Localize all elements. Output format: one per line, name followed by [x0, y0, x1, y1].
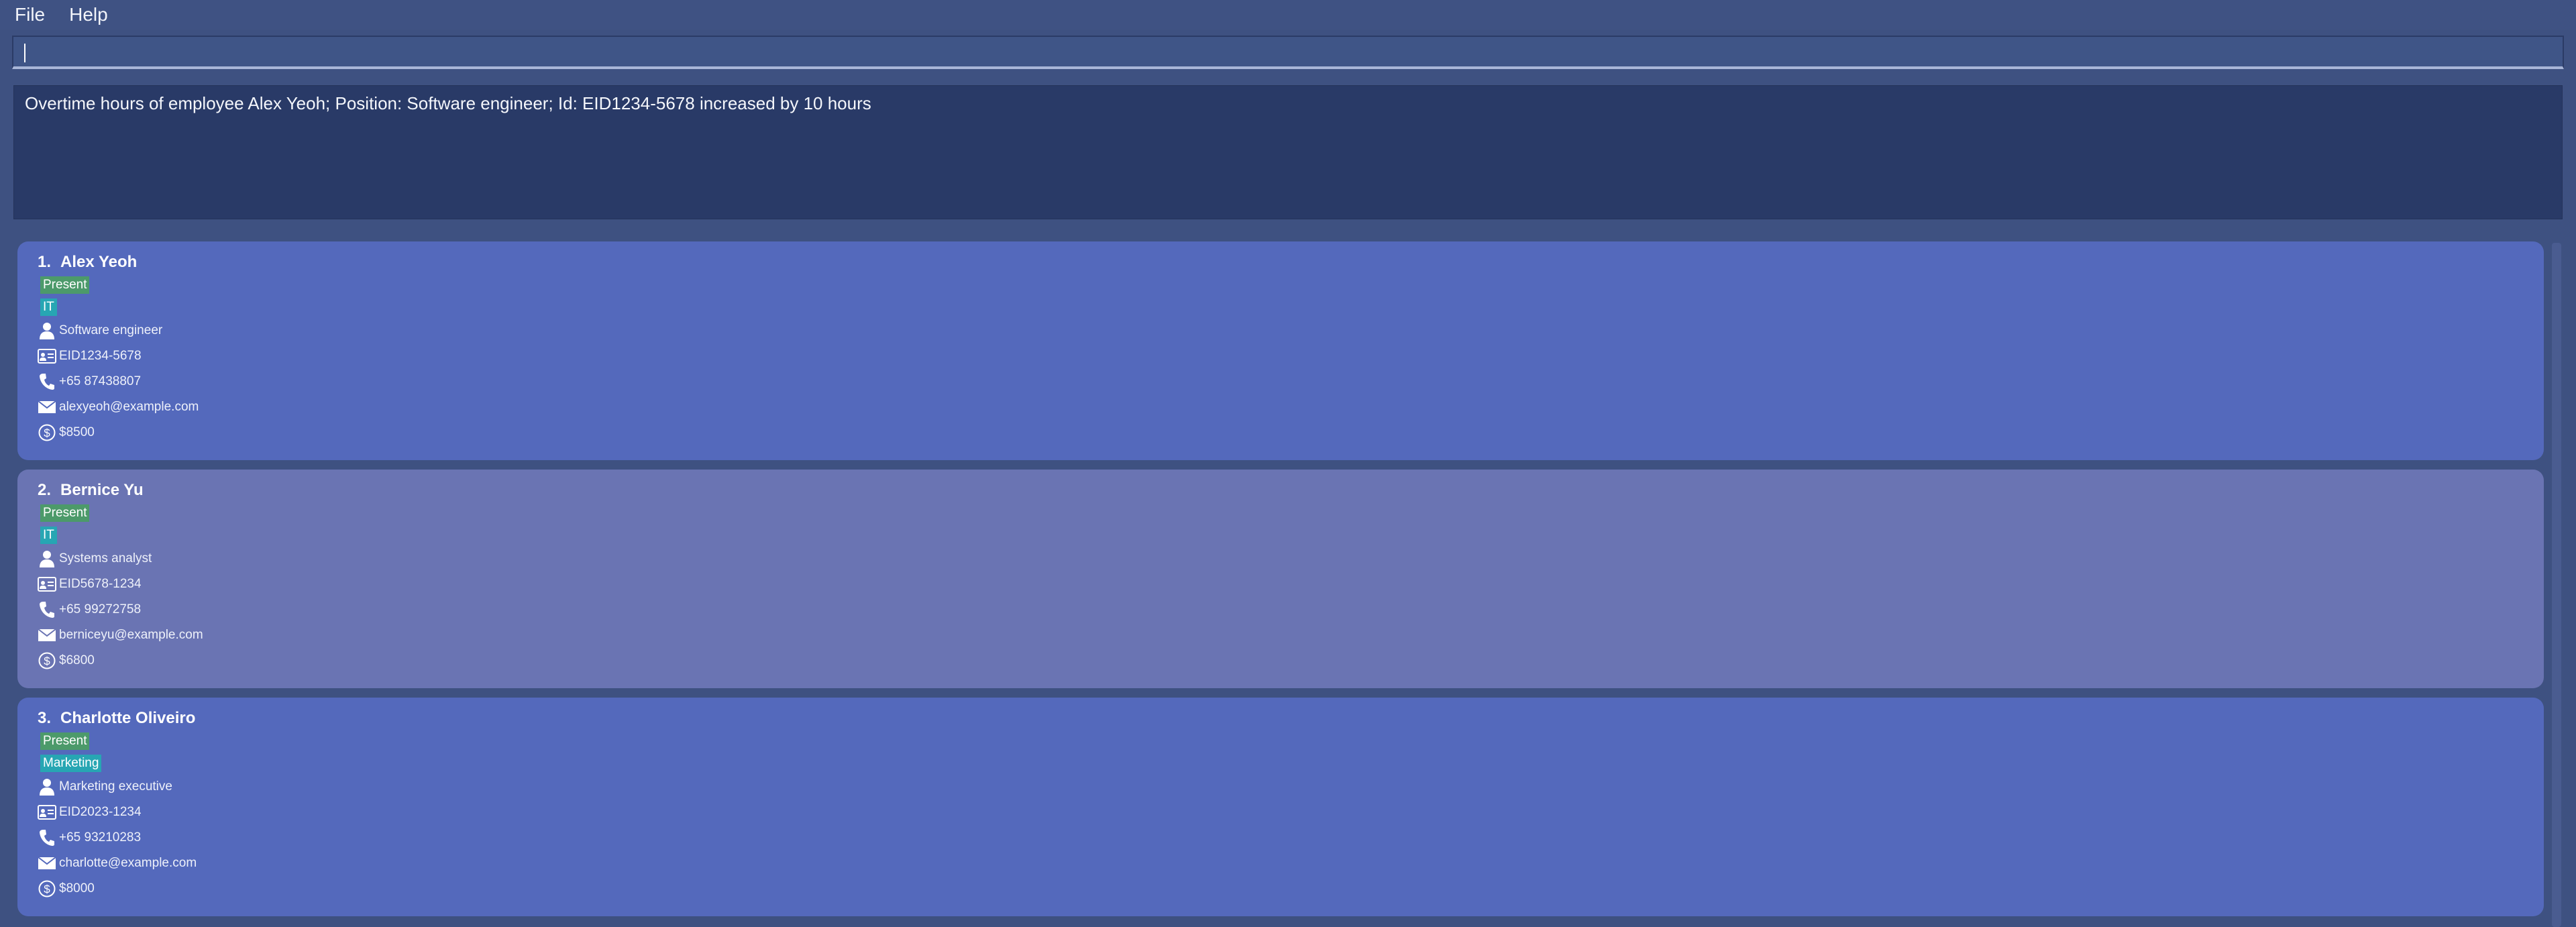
- email-field: berniceyu@example.com: [38, 622, 2544, 648]
- phone-text: +65 87438807: [59, 374, 142, 388]
- email-text: berniceyu@example.com: [59, 628, 203, 642]
- menu-bar: File Help: [0, 0, 2576, 30]
- phone-text: +65 93210283: [59, 830, 142, 844]
- department-badge: IT: [40, 298, 57, 316]
- employee-index: 3.: [38, 709, 52, 727]
- phone-icon: [38, 828, 56, 847]
- menu-file[interactable]: File: [0, 4, 53, 25]
- employee-name: Alex Yeoh: [60, 253, 138, 271]
- text-caret: [24, 44, 25, 62]
- id-text: EID5678-1234: [59, 577, 142, 591]
- phone-field: +65 87438807: [38, 369, 2544, 394]
- status-badge: Present: [40, 504, 90, 522]
- position-text: Systems analyst: [59, 551, 152, 565]
- employee-title: 2. Bernice Yu: [38, 479, 2544, 502]
- dollar-icon: $: [38, 651, 56, 670]
- employee-index: 2.: [38, 481, 52, 499]
- employee-list[interactable]: 1. Alex Yeoh Present IT Software enginee…: [13, 241, 2549, 927]
- phone-icon: [38, 372, 56, 391]
- id-field: EID1234-5678: [38, 343, 2544, 369]
- email-text: alexyeoh@example.com: [59, 400, 199, 414]
- result-message: Overtime hours of employee Alex Yeoh; Po…: [25, 93, 871, 113]
- command-box[interactable]: [12, 36, 2564, 69]
- employee-card[interactable]: 2. Bernice Yu Present IT Systems analyst…: [17, 470, 2544, 688]
- svg-text:$: $: [44, 883, 50, 895]
- id-card-icon: [38, 575, 56, 594]
- department-badge: Marketing: [40, 754, 102, 772]
- position-text: Marketing executive: [59, 779, 172, 794]
- status-badge: Present: [40, 732, 90, 750]
- svg-text:$: $: [44, 427, 50, 439]
- id-field: EID5678-1234: [38, 571, 2544, 597]
- email-text: charlotte@example.com: [59, 856, 197, 870]
- person-icon: [38, 321, 56, 340]
- position-field: Software engineer: [38, 318, 2544, 343]
- salary-field: $ $8000: [38, 876, 2544, 902]
- salary-text: $6800: [59, 653, 95, 667]
- phone-field: +65 99272758: [38, 597, 2544, 622]
- department-badge: IT: [40, 526, 57, 544]
- employee-title: 1. Alex Yeoh: [38, 251, 2544, 274]
- position-text: Software engineer: [59, 323, 163, 337]
- status-badge: Present: [40, 276, 90, 294]
- employee-name: Bernice Yu: [60, 481, 144, 499]
- dollar-icon: $: [38, 879, 56, 898]
- person-icon: [38, 549, 56, 568]
- phone-icon: [38, 600, 56, 619]
- person-icon: [38, 777, 56, 796]
- employee-card[interactable]: 3. Charlotte Oliveiro Present Marketing …: [17, 698, 2544, 916]
- result-display: Overtime hours of employee Alex Yeoh; Po…: [13, 85, 2563, 219]
- id-card-icon: [38, 803, 56, 822]
- id-text: EID2023-1234: [59, 805, 142, 819]
- employee-title: 3. Charlotte Oliveiro: [38, 707, 2544, 730]
- envelope-icon: [38, 626, 56, 645]
- salary-field: $ $8500: [38, 420, 2544, 445]
- id-card-icon: [38, 347, 56, 366]
- envelope-icon: [38, 854, 56, 873]
- email-field: charlotte@example.com: [38, 851, 2544, 876]
- salary-text: $8500: [59, 425, 95, 439]
- employee-card[interactable]: 1. Alex Yeoh Present IT Software enginee…: [17, 241, 2544, 460]
- id-text: EID1234-5678: [59, 349, 142, 363]
- position-field: Marketing executive: [38, 774, 2544, 800]
- salary-text: $8000: [59, 881, 95, 895]
- salary-field: $ $6800: [38, 648, 2544, 673]
- id-field: EID2023-1234: [38, 800, 2544, 825]
- employee-name: Charlotte Oliveiro: [60, 709, 196, 727]
- position-field: Systems analyst: [38, 546, 2544, 571]
- menu-help[interactable]: Help: [53, 4, 116, 25]
- phone-field: +65 93210283: [38, 825, 2544, 851]
- email-field: alexyeoh@example.com: [38, 394, 2544, 420]
- phone-text: +65 99272758: [59, 602, 142, 616]
- envelope-icon: [38, 398, 56, 417]
- svg-text:$: $: [44, 655, 50, 667]
- dollar-icon: $: [38, 423, 56, 442]
- list-scrollbar[interactable]: [2552, 243, 2561, 927]
- command-input[interactable]: [13, 37, 2563, 66]
- employee-index: 1.: [38, 253, 52, 271]
